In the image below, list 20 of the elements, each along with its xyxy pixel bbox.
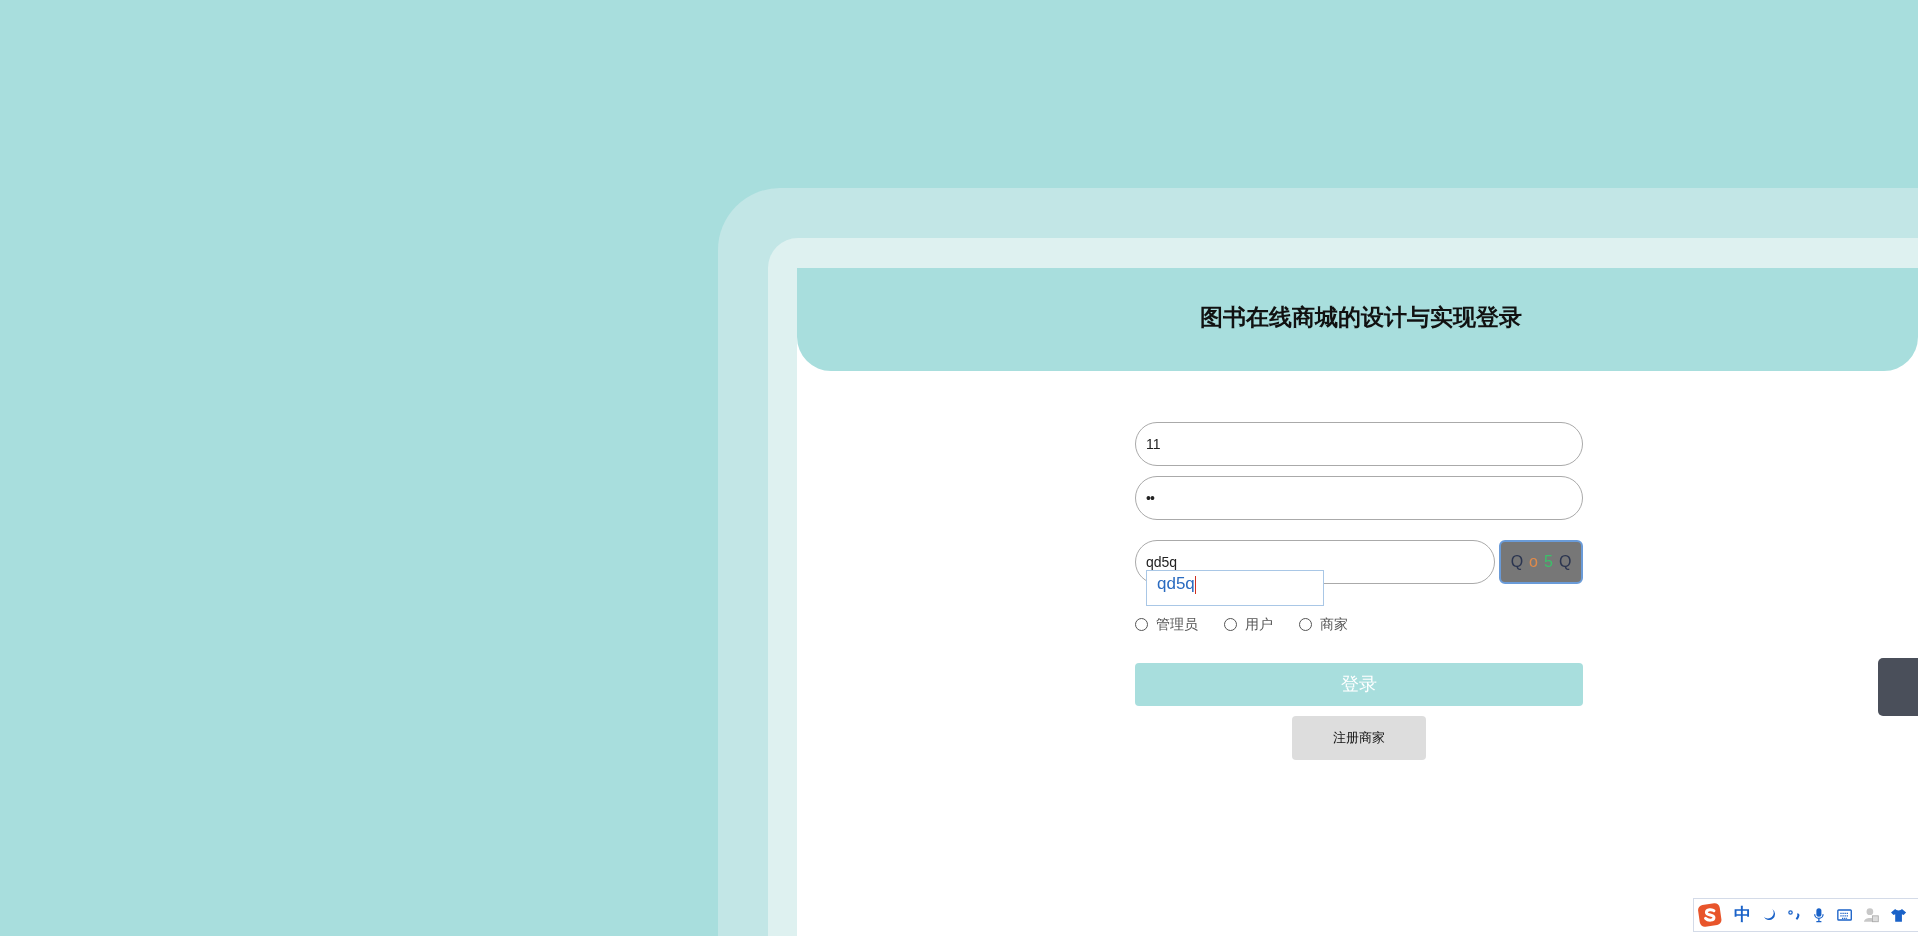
microphone-icon[interactable] (1813, 906, 1826, 924)
username-field[interactable]: 11 (1135, 422, 1583, 466)
ime-mode[interactable]: 中 (1733, 902, 1751, 928)
side-widget (1878, 658, 1918, 716)
role-radio[interactable]: 商家 (1299, 614, 1348, 635)
moon-icon[interactable] (1762, 907, 1776, 923)
ime-logo-icon[interactable] (1698, 901, 1722, 929)
shirt-icon[interactable] (1891, 907, 1907, 923)
page-title: 图书在线商城的设计与实现登录 (1198, 303, 1522, 333)
captcha-char: Q (1558, 552, 1572, 572)
role-radio[interactable]: 用户 (1224, 614, 1273, 635)
captcha-char: Q (1510, 552, 1524, 572)
role-radio[interactable]: 管理员 (1135, 614, 1198, 635)
password-field[interactable]: •• (1135, 476, 1583, 520)
captcha-char: 5 (1544, 552, 1553, 572)
captcha-char: o (1529, 552, 1538, 572)
register-button[interactable]: 注册商家 (1292, 716, 1426, 760)
keyboard-icon[interactable] (1837, 908, 1853, 922)
punctuation-icon[interactable] (1787, 908, 1802, 922)
autocomplete-popup[interactable]: qd5q (1146, 570, 1324, 606)
